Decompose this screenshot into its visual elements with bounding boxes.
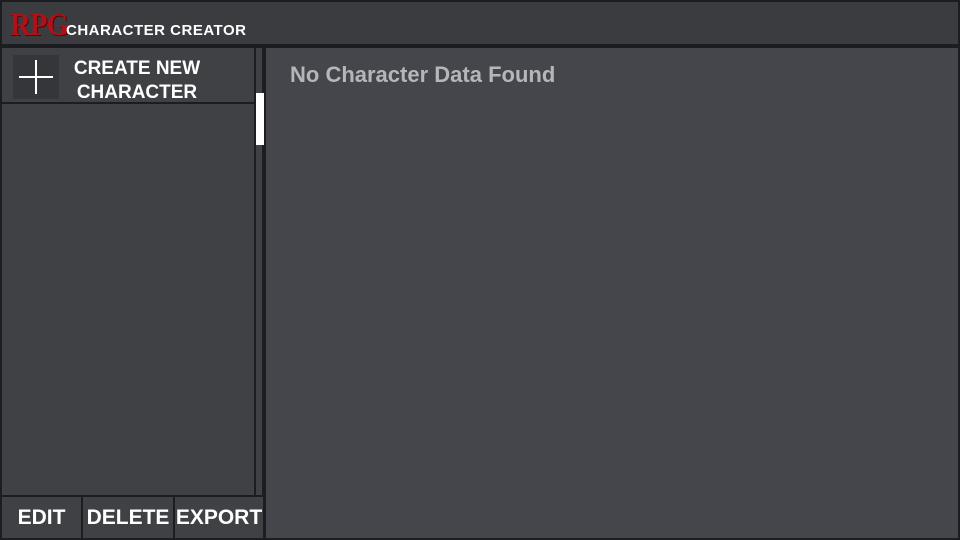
create-new-character-button[interactable]: CREATE NEW CHARACTER: [2, 48, 254, 104]
scrollbar[interactable]: [254, 48, 264, 495]
rpg-logo: RPG: [10, 6, 69, 42]
scrollbar-thumb[interactable]: [256, 93, 264, 145]
title-bar: RPG CHARACTER CREATOR: [2, 2, 958, 46]
character-list: CREATE NEW CHARACTER: [2, 48, 254, 495]
empty-message: No Character Data Found: [290, 62, 556, 87]
character-detail-panel: No Character Data Found: [266, 48, 958, 538]
plus-icon: [13, 55, 59, 99]
app-title: CHARACTER CREATOR: [66, 22, 247, 39]
create-label: CREATE NEW CHARACTER: [73, 58, 201, 103]
delete-button[interactable]: DELETE: [83, 497, 173, 538]
edit-button[interactable]: EDIT: [2, 497, 81, 538]
export-button[interactable]: EXPORT: [175, 497, 263, 538]
